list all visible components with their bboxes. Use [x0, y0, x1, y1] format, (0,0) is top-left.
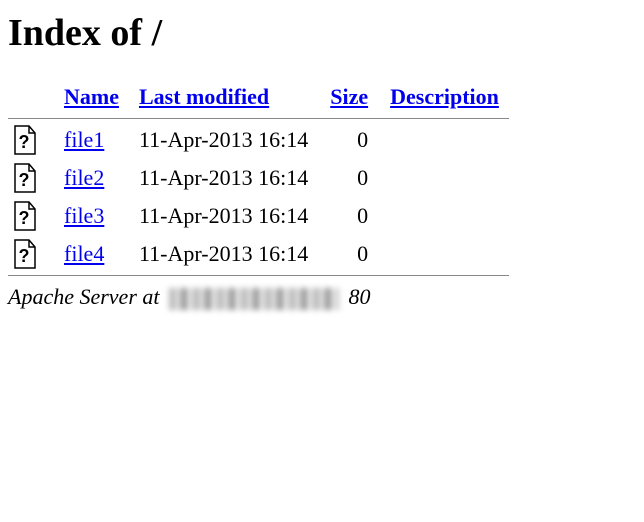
file-description-cell	[380, 197, 509, 235]
footer-suffix: 80	[343, 284, 371, 309]
header-name: Name	[54, 78, 129, 116]
header-description: Description	[380, 78, 509, 116]
file-size-cell: 0	[318, 235, 380, 273]
directory-listing: Name Last modified Size Description ? fil…	[8, 78, 509, 278]
file-modified-cell: 11-Apr-2013 16:14	[129, 235, 318, 273]
file-modified-cell: 11-Apr-2013 16:14	[129, 121, 318, 159]
file-size-cell: 0	[318, 197, 380, 235]
file-link[interactable]: file2	[64, 165, 104, 190]
svg-text:?: ?	[19, 132, 30, 152]
file-modified-cell: 11-Apr-2013 16:14	[129, 197, 318, 235]
file-size-cell: 0	[318, 159, 380, 197]
header-modified: Last modified	[129, 78, 318, 116]
sort-description-link[interactable]: Description	[390, 84, 499, 109]
sort-name-link[interactable]: Name	[64, 84, 119, 109]
svg-text:?: ?	[19, 170, 30, 190]
header-size: Size	[318, 78, 380, 116]
divider	[8, 275, 509, 276]
table-row: ? file4 11-Apr-2013 16:140	[8, 235, 509, 273]
table-row: ? file2 11-Apr-2013 16:140	[8, 159, 509, 197]
file-name-cell: file3	[54, 197, 129, 235]
svg-text:?: ?	[19, 208, 30, 228]
table-row: ? file1 11-Apr-2013 16:140	[8, 121, 509, 159]
file-size-cell: 0	[318, 121, 380, 159]
unknown-file-icon: ?	[8, 159, 54, 197]
sort-modified-link[interactable]: Last modified	[139, 84, 269, 109]
divider	[8, 118, 509, 119]
file-description-cell	[380, 235, 509, 273]
file-link[interactable]: file4	[64, 241, 104, 266]
file-name-cell: file2	[54, 159, 129, 197]
svg-text:?: ?	[19, 246, 30, 266]
header-icon	[8, 78, 54, 116]
file-link[interactable]: file3	[64, 203, 104, 228]
unknown-file-icon: ?	[8, 121, 54, 159]
file-link[interactable]: file1	[64, 127, 104, 152]
page-title: Index of /	[8, 11, 636, 55]
table-row: ? file3 11-Apr-2013 16:140	[8, 197, 509, 235]
file-name-cell: file4	[54, 235, 129, 273]
unknown-file-icon: ?	[8, 197, 54, 235]
file-modified-cell: 11-Apr-2013 16:14	[129, 159, 318, 197]
file-name-cell: file1	[54, 121, 129, 159]
footer-hostname-redacted	[169, 288, 339, 310]
file-description-cell	[380, 121, 509, 159]
sort-size-link[interactable]: Size	[330, 84, 368, 109]
file-description-cell	[380, 159, 509, 197]
footer-prefix: Apache Server at	[8, 284, 165, 309]
server-footer: Apache Server at 80	[8, 284, 636, 310]
unknown-file-icon: ?	[8, 235, 54, 273]
